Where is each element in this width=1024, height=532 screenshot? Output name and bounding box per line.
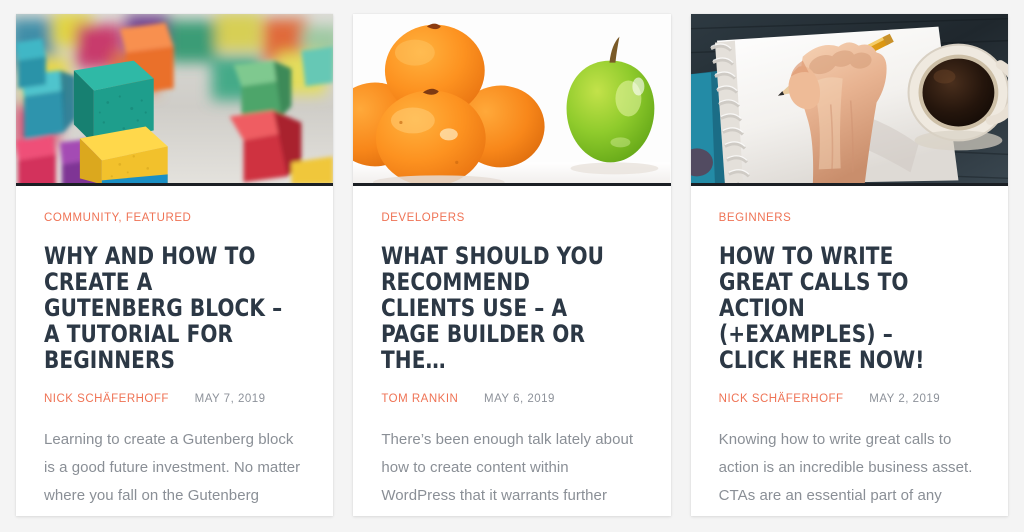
- colorful-wooden-toy-blocks-photo: [16, 14, 334, 183]
- post-date: MAY 2, 2019: [869, 392, 941, 405]
- post-thumbnail-link[interactable]: [16, 14, 334, 186]
- post-meta: TOM RANKIN MAY 6, 2019: [381, 393, 642, 405]
- post-title[interactable]: WHAT SHOULD YOU RECOMMEND CLIENTS USE – …: [381, 243, 624, 373]
- post-title[interactable]: HOW TO WRITE GREAT CALLS TO ACTION (+EXA…: [719, 243, 962, 373]
- post-meta: NICK SCHÄFERHOFF MAY 2, 2019: [719, 393, 980, 405]
- post-meta: NICK SCHÄFERHOFF MAY 7, 2019: [44, 393, 305, 405]
- post-card-body: BEGINNERS HOW TO WRITE GREAT CALLS TO AC…: [691, 186, 1008, 516]
- oranges-and-green-apple-photo: [353, 14, 671, 183]
- post-excerpt: There’s been enough talk lately about ho…: [381, 430, 634, 516]
- post-excerpt: Learning to create a Gutenberg block is …: [44, 430, 301, 516]
- hand-writing-notebook-coffee-photo: [690, 14, 1008, 183]
- post-author[interactable]: TOM RANKIN: [381, 393, 458, 405]
- post-date: MAY 7, 2019: [194, 392, 266, 405]
- post-excerpt: Knowing how to write great calls to acti…: [718, 430, 973, 516]
- post-categories[interactable]: DEVELOPERS: [381, 212, 642, 226]
- post-card-body: COMMUNITY, FEATURED WHY AND HOW TO CREAT…: [16, 186, 333, 516]
- post-author[interactable]: NICK SCHÄFERHOFF: [719, 393, 844, 405]
- post-card[interactable]: DEVELOPERS WHAT SHOULD YOU RECOMMEND CLI…: [353, 14, 671, 516]
- post-card[interactable]: COMMUNITY, FEATURED WHY AND HOW TO CREAT…: [16, 14, 334, 516]
- post-categories[interactable]: BEGINNERS: [719, 212, 980, 226]
- post-thumbnail-link[interactable]: [690, 14, 1008, 186]
- post-categories[interactable]: COMMUNITY, FEATURED: [44, 212, 305, 226]
- post-title[interactable]: WHY AND HOW TO CREATE A GUTENBERG BLOCK …: [44, 243, 287, 373]
- post-grid: COMMUNITY, FEATURED WHY AND HOW TO CREAT…: [16, 14, 1008, 516]
- post-card[interactable]: BEGINNERS HOW TO WRITE GREAT CALLS TO AC…: [690, 14, 1008, 516]
- post-card-body: DEVELOPERS WHAT SHOULD YOU RECOMMEND CLI…: [353, 186, 670, 516]
- post-thumbnail-link[interactable]: [353, 14, 671, 186]
- post-date: MAY 6, 2019: [484, 392, 555, 405]
- post-author[interactable]: NICK SCHÄFERHOFF: [44, 393, 169, 405]
